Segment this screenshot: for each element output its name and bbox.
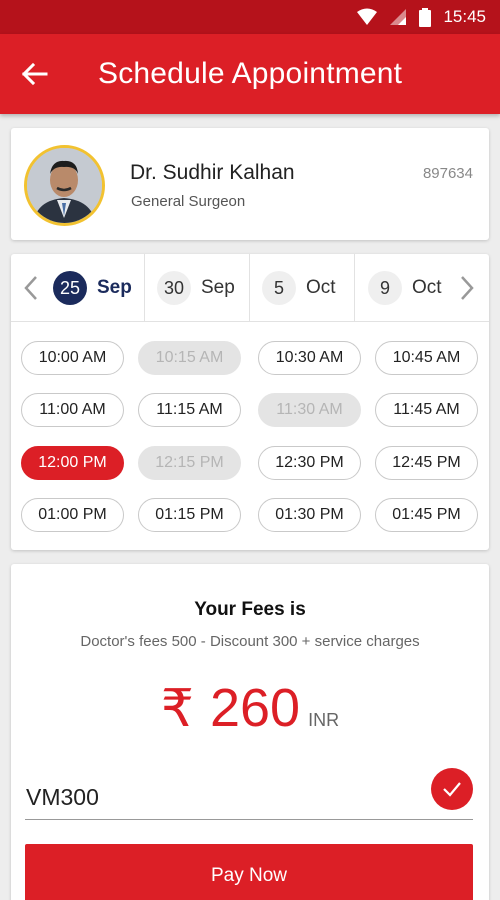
check-icon [443, 782, 461, 797]
time-slot: 10:15 AM [138, 341, 241, 375]
doctor-name: Dr. Sudhir Kalhan [130, 161, 295, 184]
time-slot[interactable]: 10:00 AM [21, 341, 124, 375]
back-button[interactable] [16, 56, 52, 92]
time-slot[interactable]: 12:45 PM [375, 446, 478, 480]
arrow-left-icon [21, 62, 48, 86]
schedule-card: 25 Sep 30 Sep 5 Oct 9 Oct 10:00 AM 10:15… [11, 254, 489, 550]
time-slot[interactable]: 01:15 PM [138, 498, 241, 532]
previous-dates-button[interactable] [21, 274, 41, 302]
time-slot: 11:30 AM [258, 393, 361, 427]
date-day: 9 [368, 271, 402, 305]
divider [249, 254, 250, 322]
doctor-id: 897634 [422, 165, 473, 182]
time-slot: 12:15 PM [138, 446, 241, 480]
divider [144, 254, 145, 322]
time-slot[interactable]: 12:30 PM [258, 446, 361, 480]
date-day: 25 [53, 271, 87, 305]
signal-icon [390, 9, 407, 25]
battery-icon [419, 7, 432, 27]
date-item[interactable]: 25 Sep [53, 254, 132, 322]
date-day: 5 [262, 271, 296, 305]
fee-amount: ₹ 260 INR [11, 677, 489, 739]
fees-title: Your Fees is [194, 599, 306, 620]
currency-label: INR [308, 710, 340, 730]
chevron-right-icon [461, 276, 474, 300]
pay-now-button[interactable]: Pay Now [25, 844, 473, 900]
date-month: Sep [97, 277, 132, 298]
date-item[interactable]: 30 Sep [157, 254, 235, 322]
date-month: Oct [306, 277, 336, 298]
doctor-avatar [24, 145, 105, 226]
time-slot[interactable]: 11:15 AM [138, 393, 241, 427]
page-title: Schedule Appointment [98, 57, 403, 90]
amount-value: 260 [209, 678, 301, 738]
fees-description: Doctor's fees 500 - Discount 300 + servi… [80, 633, 420, 650]
date-month: Sep [201, 277, 235, 298]
chevron-left-icon [24, 276, 37, 300]
wifi-icon [357, 8, 378, 25]
time-slot[interactable]: 11:45 AM [375, 393, 478, 427]
apply-promo-button[interactable] [431, 768, 473, 810]
date-selector: 25 Sep 30 Sep 5 Oct 9 Oct [11, 254, 489, 322]
date-day: 30 [157, 271, 191, 305]
date-month: Oct [412, 277, 442, 298]
status-time: 15:45 [443, 7, 486, 26]
time-slot[interactable]: 12:00 PM [21, 446, 124, 480]
time-slot[interactable]: 10:45 AM [375, 341, 478, 375]
rupee-symbol: ₹ [160, 680, 194, 738]
app-bar: Schedule Appointment [0, 34, 500, 114]
time-slot[interactable]: 01:30 PM [258, 498, 361, 532]
doctor-card: Dr. Sudhir Kalhan General Surgeon 897634 [11, 128, 489, 240]
time-slot[interactable]: 11:00 AM [21, 393, 124, 427]
divider [354, 254, 355, 322]
next-dates-button[interactable] [457, 274, 477, 302]
date-item[interactable]: 5 Oct [262, 254, 336, 322]
time-slot[interactable]: 10:30 AM [258, 341, 361, 375]
status-bar: 15:45 [0, 0, 500, 34]
fees-card: Your Fees is Doctor's fees 500 - Discoun… [11, 564, 489, 900]
time-slot[interactable]: 01:00 PM [21, 498, 124, 532]
promo-code-field[interactable]: VM300 [25, 776, 473, 820]
time-slot[interactable]: 01:45 PM [375, 498, 478, 532]
date-item[interactable]: 9 Oct [368, 254, 442, 322]
doctor-specialty: General Surgeon [131, 193, 246, 210]
